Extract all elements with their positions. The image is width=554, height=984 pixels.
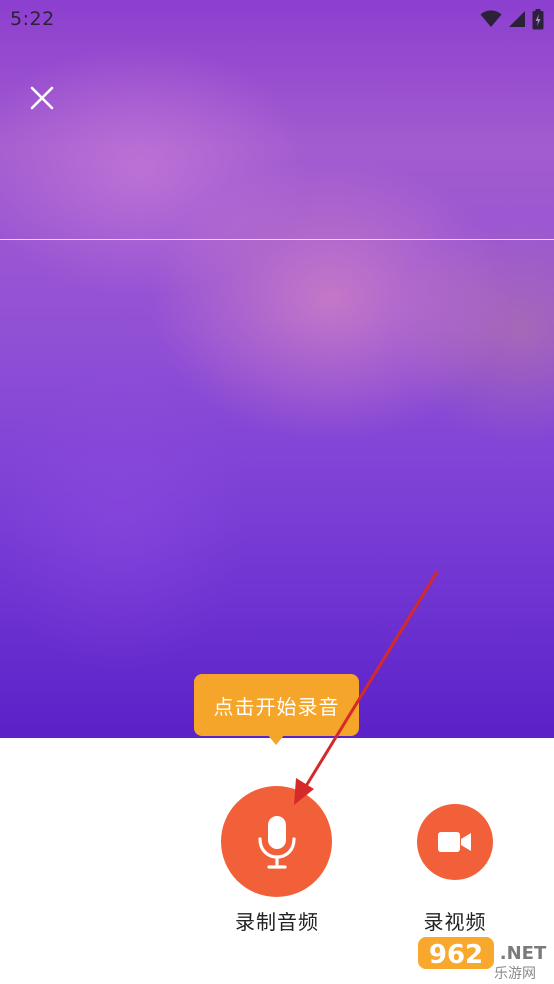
watermark-number: 962 — [429, 940, 483, 970]
status-icons — [480, 8, 544, 30]
record-video-label[interactable]: 录视频 — [400, 906, 510, 935]
close-icon — [30, 86, 54, 110]
gradient-background — [0, 0, 554, 738]
signal-icon — [509, 11, 525, 27]
horizontal-divider — [0, 239, 554, 240]
record-audio-label[interactable]: 录制音频 — [210, 906, 344, 935]
site-watermark: 962 .NET 乐游网 — [415, 935, 551, 982]
battery-icon — [532, 8, 544, 29]
status-time: 5:22 — [10, 8, 55, 30]
watermark-logo: 962 .NET 乐游网 — [418, 937, 547, 982]
status-bar: 5:22 — [0, 0, 554, 40]
wifi-icon — [480, 10, 502, 27]
tooltip-pointer — [267, 734, 285, 745]
microphone-icon — [257, 815, 296, 869]
tooltip-text: 点击开始录音 — [213, 694, 340, 719]
recording-screen: 5:22 点击开始录音 录制音频 录视频 962 .NET 乐游网 — [0, 0, 554, 984]
watermark-subtitle: 乐游网 — [494, 966, 536, 981]
record-audio-button[interactable] — [221, 786, 332, 897]
video-camera-icon — [438, 832, 471, 852]
watermark-suffix: .NET — [500, 943, 547, 964]
record-video-button[interactable] — [417, 804, 493, 880]
start-recording-tooltip: 点击开始录音 — [194, 674, 359, 736]
close-button[interactable] — [22, 78, 62, 118]
